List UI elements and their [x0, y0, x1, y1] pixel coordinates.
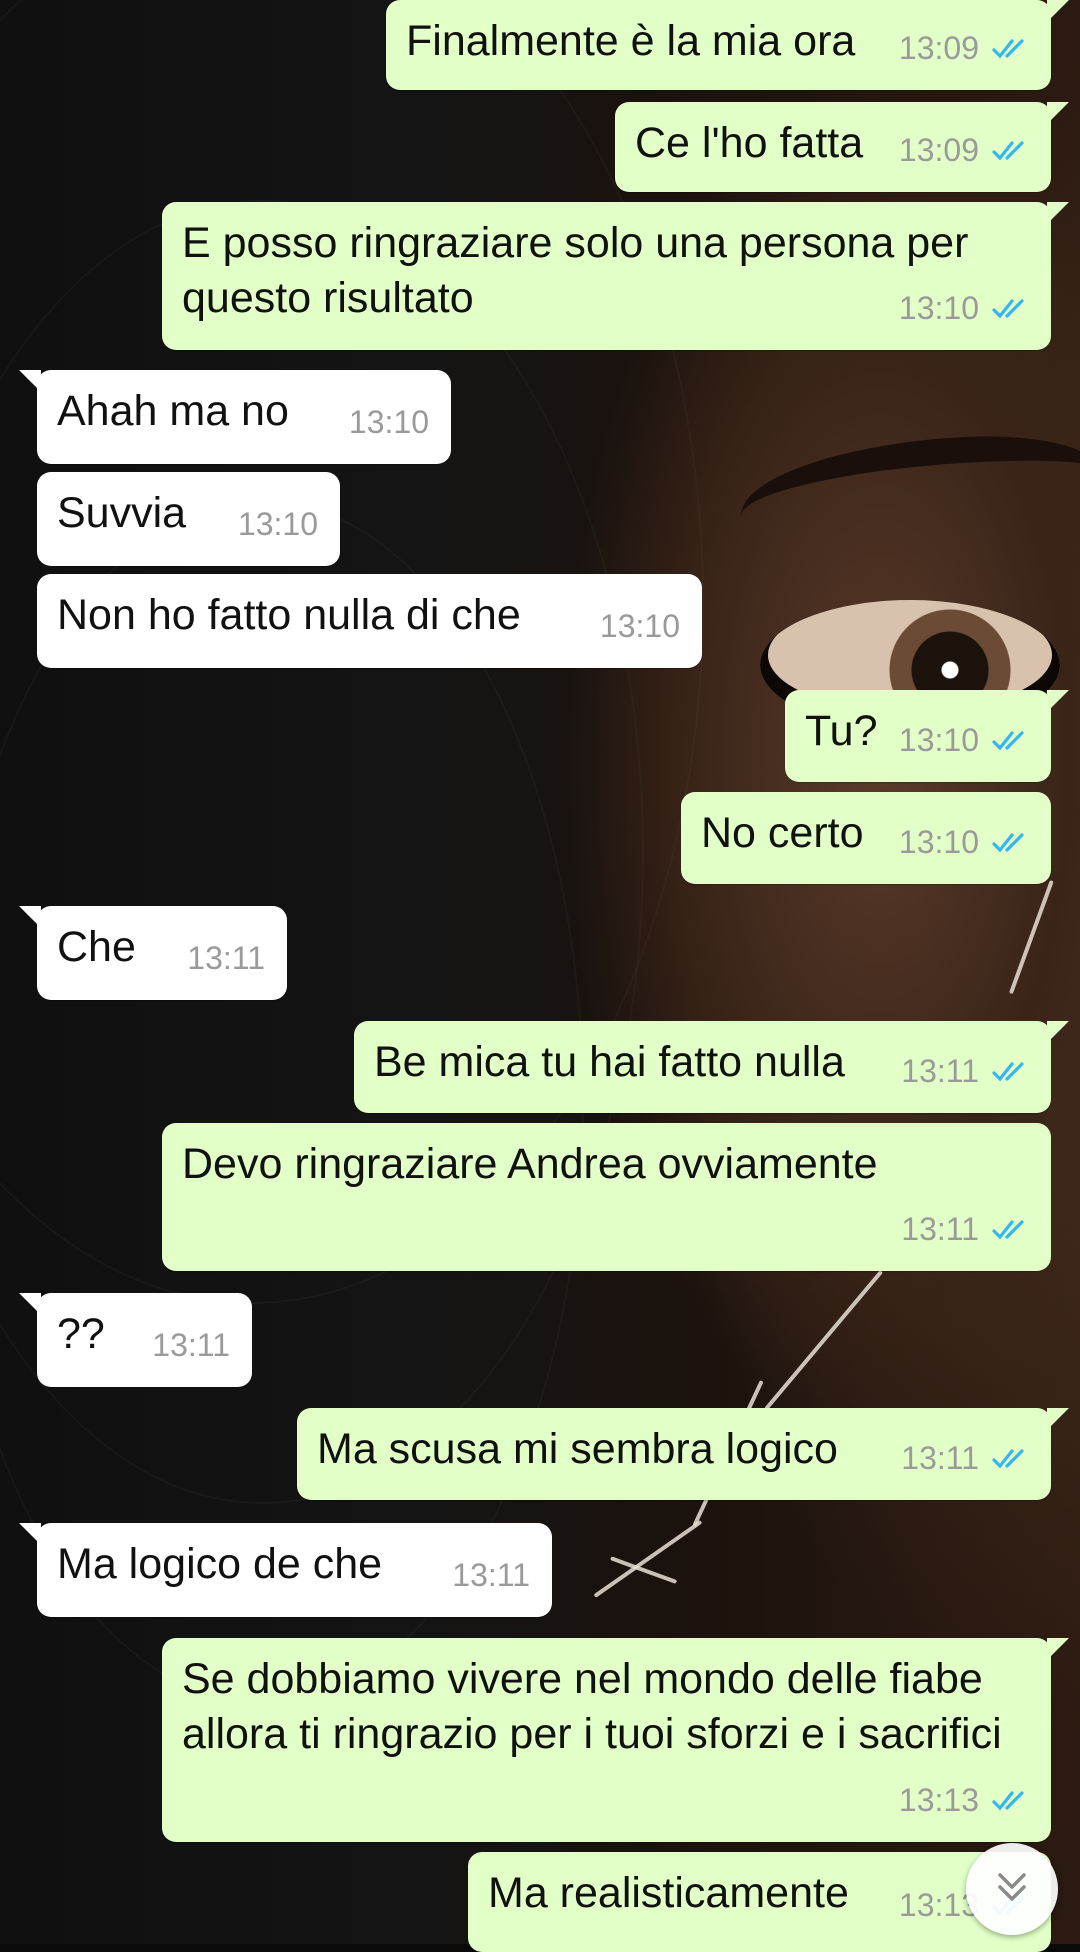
message-text: Che [57, 923, 136, 971]
message-meta: 13:10 [600, 599, 680, 654]
message-text: Se dobbiamo vivere nel mondo delle fiabe… [182, 1655, 1002, 1758]
message-text: E posso ringraziare solo una persona per… [182, 219, 969, 322]
message-outgoing[interactable]: E posso ringraziare solo una persona per… [162, 202, 1069, 350]
message-text: No certo [701, 809, 864, 857]
message-time: 13:10 [898, 722, 979, 758]
message-text: Ma realisticamente [488, 1869, 849, 1917]
read-receipt-icon [991, 36, 1031, 62]
message-meta: 13:10 [899, 281, 1031, 336]
message-time: 13:13 [898, 1782, 979, 1818]
message-text: Finalmente è la mia ora [406, 17, 856, 65]
read-receipt-icon [991, 830, 1031, 856]
message-time: 13:10 [348, 404, 429, 440]
message-meta: 13:11 [152, 1318, 230, 1373]
message-outgoing[interactable]: Tu? 13:10 [785, 690, 1069, 782]
message-meta: 13:10 [349, 395, 429, 450]
message-meta: 13:09 [899, 21, 1031, 76]
message-meta: 13:10 [238, 497, 318, 552]
message-time: 13:11 [901, 1440, 979, 1476]
read-receipt-icon [991, 728, 1031, 754]
message-list[interactable]: Finalmente è la mia ora 13:09 Ce l'ho fa… [0, 0, 1080, 1952]
message-outgoing[interactable]: Ce l'ho fatta 13:09 [615, 102, 1069, 192]
message-meta: 13:11 [901, 1431, 1031, 1486]
message-meta: 13:10 [899, 713, 1031, 768]
message-time: 13:11 [152, 1327, 230, 1363]
message-incoming[interactable]: Ahah ma no 13:10 [19, 370, 451, 464]
message-time: 13:10 [599, 608, 680, 644]
message-incoming[interactable]: Suvvia 13:10 [37, 472, 340, 566]
message-outgoing[interactable]: Ma scusa mi sembra logico 13:11 [297, 1408, 1069, 1500]
message-text: ?? [57, 1310, 105, 1358]
read-receipt-icon [991, 296, 1031, 322]
message-text: Ma logico de che [57, 1540, 383, 1588]
message-outgoing[interactable]: Finalmente è la mia ora 13:09 [386, 0, 1069, 90]
message-text: Be mica tu hai fatto nulla [374, 1038, 845, 1086]
message-meta: 13:11 [901, 1202, 1031, 1257]
message-text: Devo ringraziare Andrea ovviamente [182, 1140, 878, 1188]
message-time: 13:10 [898, 290, 979, 326]
message-incoming[interactable]: ?? 13:11 [19, 1293, 252, 1387]
message-text: Suvvia [57, 489, 187, 537]
read-receipt-icon [991, 1788, 1031, 1814]
message-time: 13:09 [898, 132, 979, 168]
scroll-to-bottom-button[interactable] [966, 1843, 1058, 1935]
message-text: Ma scusa mi sembra logico [317, 1425, 838, 1473]
message-meta: 13:11 [187, 931, 265, 986]
message-outgoing[interactable]: No certo 13:10 [681, 792, 1051, 884]
message-time: 13:09 [898, 30, 979, 66]
message-meta: 13:10 [899, 815, 1031, 870]
message-incoming[interactable]: Ma logico de che 13:11 [19, 1523, 552, 1617]
message-outgoing[interactable]: Ma realisticamente 13:13 [468, 1852, 1051, 1952]
read-receipt-icon [991, 1217, 1031, 1243]
message-time: 13:11 [901, 1053, 979, 1089]
read-receipt-icon [991, 1059, 1031, 1085]
message-time: 13:11 [452, 1557, 530, 1593]
message-text: Ce l'ho fatta [635, 119, 864, 167]
read-receipt-icon [991, 1446, 1031, 1472]
message-time: 13:10 [898, 824, 979, 860]
message-meta: 13:11 [901, 1044, 1031, 1099]
message-text: Ahah ma no [57, 387, 289, 435]
message-time: 13:11 [187, 940, 265, 976]
message-outgoing[interactable]: Se dobbiamo vivere nel mondo delle fiabe… [162, 1638, 1069, 1842]
read-receipt-icon [991, 138, 1031, 164]
message-outgoing[interactable]: Devo ringraziare Andrea ovviamente 13:11 [162, 1123, 1051, 1271]
double-chevron-down-icon [990, 1865, 1034, 1914]
message-time: 13:11 [901, 1211, 979, 1247]
message-outgoing[interactable]: Be mica tu hai fatto nulla 13:11 [354, 1021, 1069, 1113]
message-meta: 13:09 [899, 123, 1031, 178]
message-meta: 13:11 [452, 1548, 530, 1603]
message-text: Non ho fatto nulla di che [57, 591, 521, 639]
message-text: Tu? [805, 707, 878, 755]
message-meta: 13:13 [899, 1773, 1031, 1828]
message-time: 13:10 [237, 506, 318, 542]
message-incoming[interactable]: Non ho fatto nulla di che 13:10 [37, 574, 702, 668]
message-incoming[interactable]: Che 13:11 [19, 906, 287, 1000]
